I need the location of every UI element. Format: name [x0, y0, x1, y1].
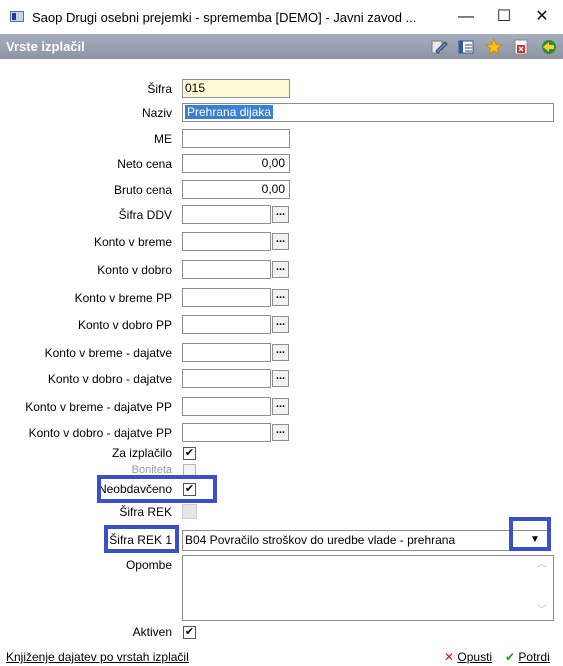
- status-text[interactable]: Knjiženje dajatev po vrstah izplačil: [6, 650, 189, 664]
- window-title: Saop Drugi osebni prejemki - sprememba […: [32, 10, 417, 25]
- window-titlebar: Saop Drugi osebni prejemki - sprememba […: [0, 0, 563, 34]
- konto-v-breme-pp-lookup-button[interactable]: ...: [272, 289, 289, 306]
- sifra-ddv-input[interactable]: [182, 205, 271, 224]
- konto-v-dobro-pp-input[interactable]: [182, 315, 271, 334]
- sifra-ddv-lookup-button[interactable]: ...: [272, 206, 289, 223]
- bruto-cena-input[interactable]: 0,00: [182, 180, 290, 199]
- edit-icon[interactable]: [430, 38, 448, 56]
- konto-v-dobro-pp-label: Konto v dobro PP: [77, 318, 172, 332]
- konto-v-breme-input[interactable]: [182, 232, 271, 251]
- naziv-value: Prehrana dijaka: [185, 105, 274, 119]
- sifra-ddv-label: Šifra DDV: [118, 208, 172, 222]
- confirm-label: Potrdi: [518, 650, 550, 664]
- bruto-cena-label: Bruto cena: [113, 183, 172, 197]
- naziv-input[interactable]: Prehrana dijaka: [182, 103, 554, 122]
- konto-v-dobro-label: Konto v dobro: [97, 263, 172, 277]
- exit-icon[interactable]: [540, 38, 556, 56]
- me-input[interactable]: [182, 129, 290, 148]
- konto-v-dobro-dajatve-label: Konto v dobro - dajatve: [47, 372, 172, 386]
- minimize-button[interactable]: —: [446, 4, 486, 30]
- za-izplacilo-label: Za izplačilo: [111, 446, 172, 460]
- neobdavceno-checkbox[interactable]: ✔: [183, 483, 196, 496]
- star-icon[interactable]: [485, 38, 503, 56]
- confirm-icon: ✔: [505, 650, 516, 664]
- panel-header: Vrste izplačil: [0, 34, 563, 59]
- konto-v-dobro-dajatve-input[interactable]: [182, 369, 271, 388]
- panel-title: Vrste izplačil: [6, 39, 85, 54]
- list-icon[interactable]: [457, 38, 475, 56]
- konto-v-breme-lookup-button[interactable]: ...: [272, 233, 289, 250]
- opombe-label: Opombe: [125, 558, 172, 572]
- cancel-label: Opusti: [457, 650, 493, 664]
- naziv-label: Naziv: [141, 106, 172, 120]
- opombe-textarea[interactable]: ︿ ﹀: [182, 555, 554, 621]
- konto-v-dobro-lookup-button[interactable]: ...: [272, 261, 289, 278]
- boniteta-label: Boniteta: [131, 464, 172, 476]
- delete-icon[interactable]: [512, 38, 530, 56]
- konto-v-breme-dajatve-label: Konto v breme - dajatve: [44, 346, 172, 360]
- sifra-input[interactable]: 015: [182, 79, 290, 98]
- konto-v-breme-dajatve-pp-input[interactable]: [182, 397, 271, 416]
- konto-v-breme-dajatve-pp-lookup-button[interactable]: ...: [272, 398, 289, 415]
- close-button[interactable]: ✕: [522, 4, 562, 30]
- konto-v-breme-label: Konto v breme: [93, 235, 172, 249]
- aktiven-label: Aktiven: [132, 625, 172, 639]
- aktiven-checkbox[interactable]: ✔: [183, 626, 196, 639]
- cancel-button[interactable]: ✕ Opusti: [444, 650, 492, 664]
- maximize-button[interactable]: ☐: [484, 4, 524, 30]
- neto-cena-label: Neto cena: [117, 157, 172, 171]
- neto-cena-input[interactable]: 0,00: [182, 154, 290, 173]
- konto-v-dobro-pp-lookup-button[interactable]: ...: [272, 316, 289, 333]
- dropdown-arrow-icon[interactable]: ▼: [528, 533, 542, 547]
- boniteta-checkbox: [183, 464, 196, 477]
- cancel-icon: ✕: [444, 650, 455, 664]
- me-label: ME: [154, 132, 172, 146]
- sifra-label: Šifra: [147, 82, 172, 96]
- konto-v-dobro-dajatve-pp-label: Konto v dobro - dajatve PP: [28, 426, 172, 440]
- sifra-rek-field: [182, 504, 197, 519]
- konto-v-breme-dajatve-input[interactable]: [182, 343, 271, 362]
- za-izplacilo-checkbox[interactable]: ✔: [183, 447, 196, 460]
- scroll-up-icon[interactable]: ︿: [537, 560, 547, 570]
- app-icon: [10, 11, 24, 22]
- konto-v-dobro-dajatve-pp-input[interactable]: [182, 423, 271, 442]
- konto-v-breme-pp-input[interactable]: [182, 288, 271, 307]
- sifra-rek1-label: Šifra REK 1: [109, 533, 172, 547]
- confirm-button[interactable]: ✔ Potrdi: [505, 650, 550, 664]
- status-bar: Knjiženje dajatev po vrstah izplačil ✕ O…: [0, 648, 563, 666]
- neobdavceno-label: Neobdavčeno: [97, 482, 172, 496]
- konto-v-dobro-dajatve-lookup-button[interactable]: ...: [272, 370, 289, 387]
- scroll-down-icon[interactable]: ﹀: [537, 606, 547, 616]
- sifra-rek1-select[interactable]: B04 Povračilo stroškov do uredbe vlade -…: [182, 530, 550, 551]
- konto-v-breme-dajatve-lookup-button[interactable]: ...: [272, 344, 289, 361]
- konto-v-breme-dajatve-pp-label: Konto v breme - dajatve PP: [25, 400, 172, 414]
- konto-v-breme-pp-label: Konto v breme PP: [74, 291, 172, 305]
- sifra-rek-label: Šifra REK: [119, 505, 172, 519]
- konto-v-dobro-input[interactable]: [182, 260, 271, 279]
- konto-v-dobro-dajatve-pp-lookup-button[interactable]: ...: [272, 424, 289, 441]
